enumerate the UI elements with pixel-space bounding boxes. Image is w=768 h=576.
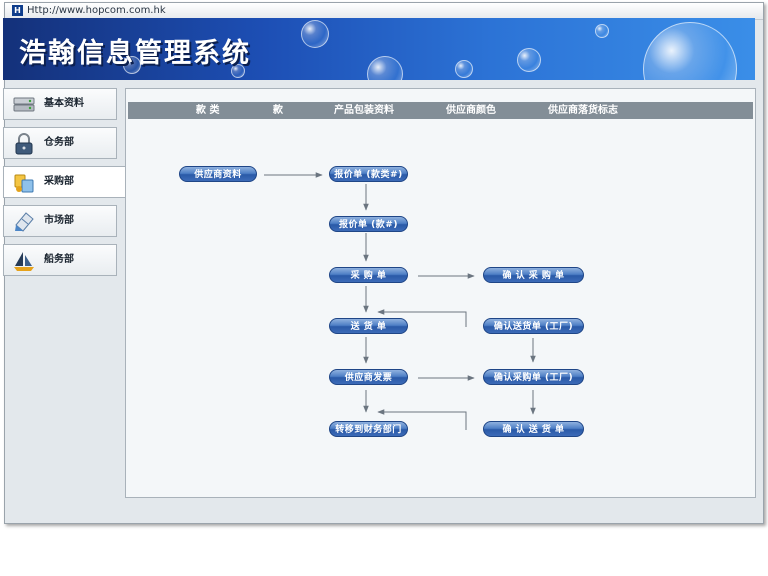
flow-node-confirm-purchase[interactable]: 确 认 采 购 单 — [483, 267, 584, 283]
flow-node-delivery-note[interactable]: 送 货 单 — [329, 318, 408, 334]
flow-node-purchase-order[interactable]: 采 购 单 — [329, 267, 408, 283]
flow-node-quote-category[interactable]: 报价单 (款类#) — [329, 166, 408, 182]
flow-node-confirm-purchase-factory[interactable]: 确认采购单 (工厂) — [483, 369, 584, 385]
flow-node-transfer-finance[interactable]: 转移到财务部门 — [329, 421, 408, 437]
flow-node-supplier-invoice[interactable]: 供应商发票 — [329, 369, 408, 385]
flow-node-confirm-delivery-factory[interactable]: 确认送货单 (工厂) — [483, 318, 584, 334]
flow-node-quote-style[interactable]: 报价单 (款#) — [329, 216, 408, 232]
flow-arrows — [264, 172, 536, 430]
flow-node-confirm-delivery[interactable]: 确 认 送 货 单 — [483, 421, 584, 437]
flow-node-supplier-info[interactable]: 供应商资料 — [179, 166, 257, 182]
